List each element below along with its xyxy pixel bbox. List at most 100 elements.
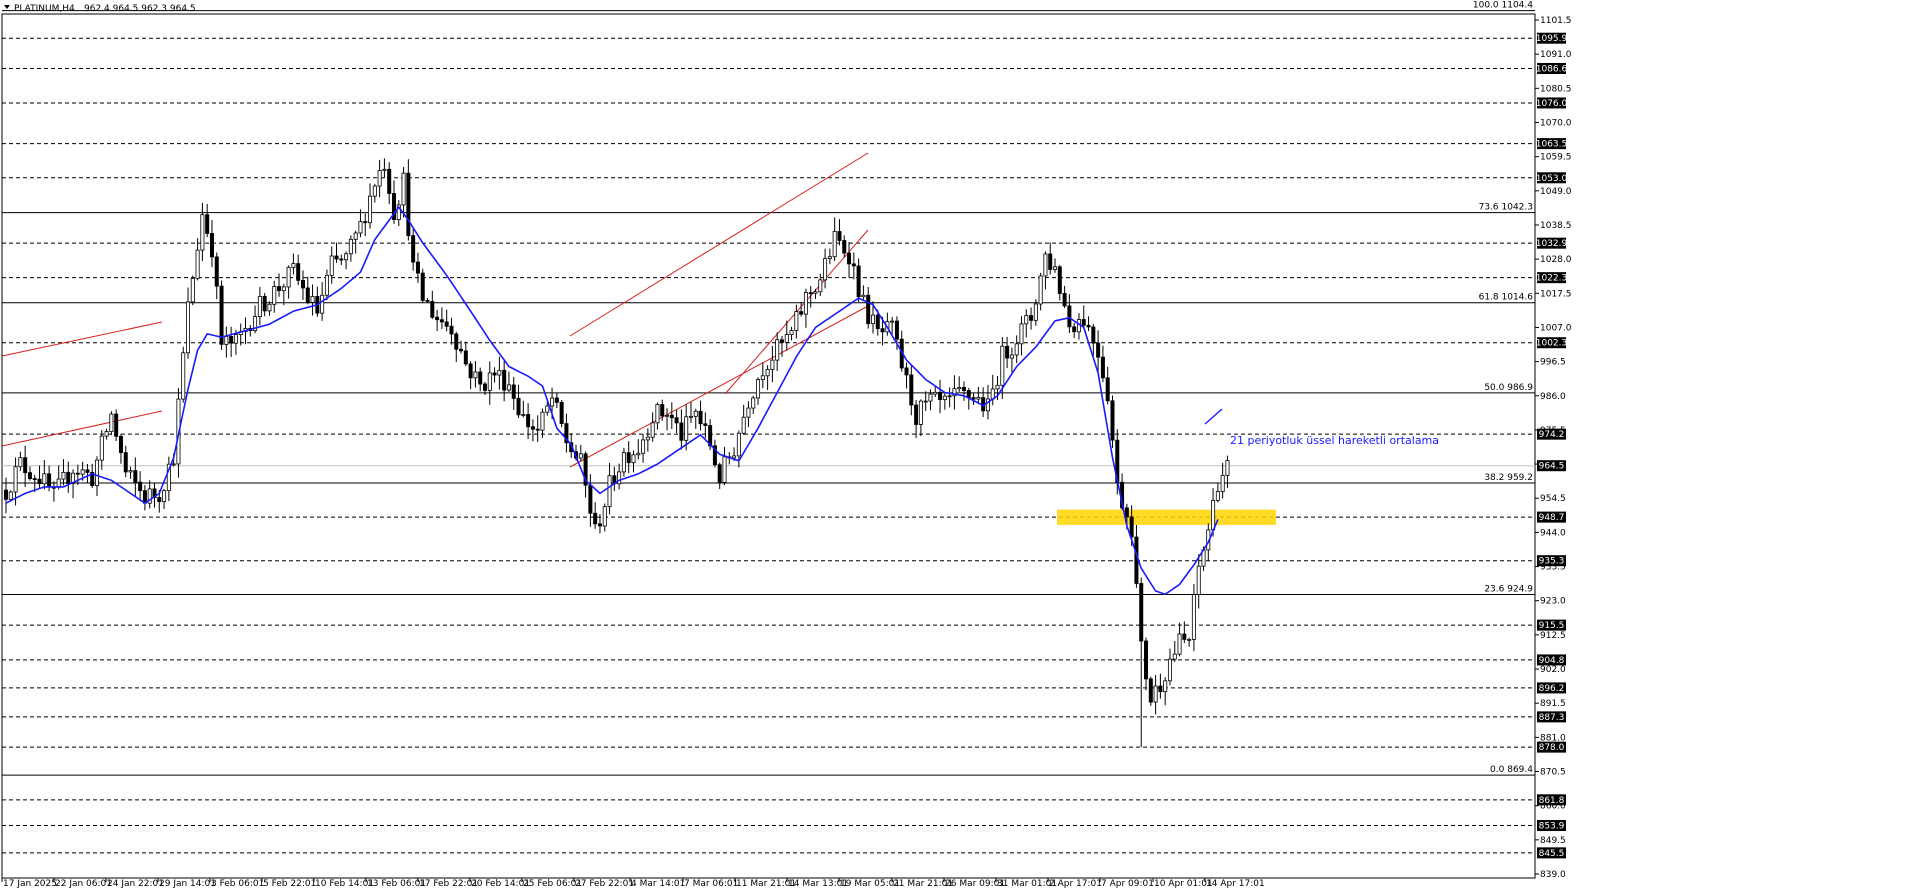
y-tick-label: 891.5 [1540, 699, 1566, 709]
candle-body [593, 512, 598, 525]
candle [444, 309, 449, 332]
candle [344, 251, 349, 270]
candle [305, 276, 310, 305]
candle-body [27, 472, 32, 479]
candle [1019, 316, 1024, 356]
candle-body [521, 414, 526, 416]
candle-body [880, 328, 885, 333]
candle [420, 268, 425, 303]
candle [756, 377, 761, 405]
candle [277, 273, 282, 297]
candle-body [803, 292, 808, 315]
candle-body [482, 383, 487, 391]
x-tick-label: 3 Feb 06:01 [211, 879, 264, 888]
fib-label: 61.8 1014.6 [1479, 293, 1534, 303]
candle-body [890, 320, 895, 323]
candle [794, 304, 799, 339]
candle-body [746, 407, 751, 418]
candle [535, 415, 540, 442]
candle [334, 242, 339, 263]
candle-body [722, 456, 727, 483]
x-tick-label: 5 Feb 22:01 [263, 879, 316, 888]
candle [1158, 673, 1163, 699]
level-price-label: 915.5 [1539, 621, 1565, 631]
candle-body [344, 253, 349, 261]
candle [1048, 242, 1053, 275]
collapse-triangle-icon[interactable] [4, 5, 10, 9]
candle [195, 238, 200, 281]
candle-body [530, 426, 535, 430]
candle [123, 445, 128, 478]
candle-body [377, 169, 382, 187]
candle-body [957, 387, 962, 390]
candle-body [128, 470, 133, 473]
candle [142, 485, 147, 511]
candle-body [851, 263, 856, 267]
candle-body [540, 411, 545, 431]
candle [368, 183, 373, 229]
candle [23, 445, 28, 488]
trend-channel-line [1, 321, 163, 357]
candle-body [626, 452, 631, 464]
candle-body [535, 428, 540, 431]
candle-body [1211, 499, 1216, 531]
candle [904, 362, 909, 389]
candle [736, 430, 741, 468]
candle-body [272, 286, 277, 305]
candle-body [1019, 323, 1024, 345]
candle [588, 474, 593, 527]
candle-body [779, 339, 784, 343]
candle-body [1220, 475, 1225, 492]
candles-layer [4, 158, 1230, 748]
x-tick-label: 25 Feb 06:01 [523, 879, 582, 888]
candle [1163, 677, 1168, 706]
current-price-label: 964.5 [1539, 462, 1565, 472]
candle-body [760, 375, 765, 380]
candle [1215, 483, 1220, 503]
candle [387, 162, 392, 204]
candle-body [47, 473, 52, 488]
candle-body [133, 470, 138, 483]
candle-body [118, 435, 123, 454]
candle [842, 235, 847, 258]
candle-body [1009, 354, 1014, 359]
candle [665, 408, 670, 431]
candle-body [1187, 639, 1192, 641]
candle-body [181, 352, 186, 400]
candle [435, 309, 440, 331]
candle [1110, 395, 1115, 448]
candle [291, 253, 296, 275]
candle [411, 228, 416, 271]
y-tick-label: 1070.0 [1540, 118, 1572, 128]
candle [391, 180, 396, 224]
candle [607, 462, 612, 515]
candle-body [655, 404, 660, 424]
candle [224, 326, 229, 358]
candle [147, 480, 152, 509]
candle-body [157, 497, 162, 503]
candle-body [267, 303, 272, 312]
candle-body [138, 481, 143, 492]
candle-body [320, 294, 325, 314]
candle-body [1124, 507, 1129, 518]
candle [621, 447, 626, 477]
candle [1067, 294, 1072, 334]
candle-body [597, 523, 602, 527]
candle [104, 428, 109, 440]
level-price-label: 1076.0 [1536, 99, 1568, 109]
candle-body [56, 478, 61, 488]
candle [61, 459, 66, 486]
candle [133, 457, 138, 497]
candle-body [233, 334, 238, 344]
candle [976, 386, 981, 405]
candle-body [257, 295, 262, 318]
candle [746, 401, 751, 428]
candle-body [1005, 345, 1010, 359]
fib-label: 38.2 959.2 [1484, 473, 1533, 483]
candle [669, 402, 674, 429]
candle-body [1053, 266, 1058, 270]
candle [578, 444, 583, 462]
candle [770, 346, 775, 383]
candle-body [4, 489, 9, 500]
candle [641, 434, 646, 463]
